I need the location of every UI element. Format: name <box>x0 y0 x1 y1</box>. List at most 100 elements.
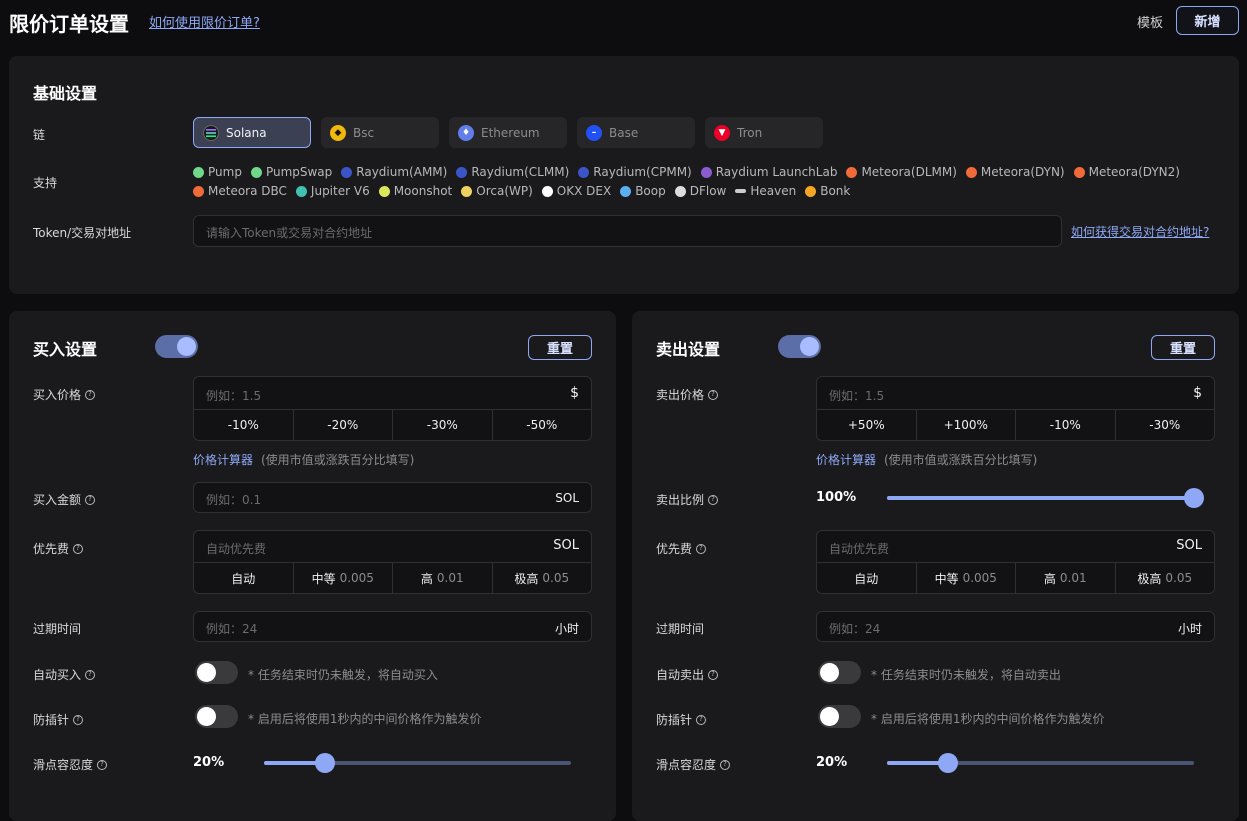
slider-thumb[interactable] <box>315 753 336 773</box>
chain-option-tron[interactable]: ▼ Tron <box>705 117 823 148</box>
buy-settings-title: 买入设置 <box>33 340 98 359</box>
help-icon[interactable]: ? <box>696 543 707 554</box>
support-label: 支持 <box>33 176 58 190</box>
buy-price-placeholder: 例如：1.5 <box>206 389 262 403</box>
okx-icon <box>541 185 553 197</box>
raydium-launchlab-icon <box>700 166 712 178</box>
bsc-icon: ◆ <box>330 124 346 141</box>
sell-slippage-slider[interactable] <box>887 753 1194 773</box>
sell-reset-button[interactable]: 重置 <box>1151 335 1215 360</box>
dex-item: Raydium LaunchLab <box>700 165 837 179</box>
sell-price-preset-button[interactable]: +100% <box>917 410 1016 440</box>
fee-option-extreme[interactable]: 极高 0.05 <box>493 563 592 593</box>
dollar-suffix: $ <box>570 385 579 401</box>
dex-list-row-2: Meteora DBC Jupiter V6 Moonshot Orca(WP)… <box>193 184 850 198</box>
sell-antipin-toggle[interactable] <box>818 705 861 728</box>
fee-option-medium[interactable]: 中等 0.005 <box>917 563 1016 593</box>
template-button[interactable]: 模板 <box>1137 12 1163 31</box>
auto-buy-toggle[interactable] <box>195 661 238 684</box>
new-button[interactable]: 新增 <box>1176 6 1239 35</box>
chain-option-label: Bsc <box>353 125 375 140</box>
buy-expire-input[interactable]: 例如：24 小时 <box>193 611 592 642</box>
chain-option-solana[interactable]: Solana <box>193 117 311 148</box>
sell-price-preset-button[interactable]: +50% <box>817 410 917 440</box>
solana-icon <box>203 124 219 141</box>
auto-sell-note: * 任务结束时仍未触发，将自动卖出 <box>871 668 1061 682</box>
help-icon[interactable]: ? <box>97 759 108 770</box>
buy-fee-input[interactable]: 自动优先费 SOL 自动 中等 0.005 高 0.01 极高 0.05 <box>193 530 592 594</box>
fee-option-medium[interactable]: 中等 0.005 <box>294 563 393 593</box>
orca-icon <box>461 185 473 197</box>
buy-price-preset-button[interactable]: -30% <box>393 410 493 440</box>
buy-fee-placeholder: 自动优先费 <box>206 542 267 556</box>
buy-price-input[interactable]: 例如：1.5 $ -10% -20% -30% -50% <box>193 376 592 441</box>
sell-price-calculator-link[interactable]: 价格计算器 <box>816 451 876 468</box>
sell-slippage-value: 20% <box>816 755 848 770</box>
buy-price-calculator-link[interactable]: 价格计算器 <box>193 451 253 468</box>
fee-option-extreme[interactable]: 极高 0.05 <box>1116 563 1215 593</box>
sell-price-preset-button[interactable]: -10% <box>1016 410 1116 440</box>
help-icon[interactable]: ? <box>73 714 84 725</box>
buy-slippage-value: 20% <box>193 755 225 770</box>
sell-ratio-slider[interactable] <box>887 488 1204 508</box>
limit-order-help-link[interactable]: 如何使用限价订单? <box>149 12 260 31</box>
buy-reset-button[interactable]: 重置 <box>528 335 592 360</box>
help-icon[interactable]: ? <box>73 543 84 554</box>
chain-option-bsc[interactable]: ◆ Bsc <box>321 117 439 148</box>
buy-slippage-slider[interactable] <box>264 753 571 773</box>
buy-price-preset-button[interactable]: -50% <box>493 410 592 440</box>
buy-amount-input[interactable]: 例如：0.1 SOL <box>193 482 592 513</box>
sell-expire-label: 过期时间 <box>656 622 705 636</box>
raydium-icon <box>456 166 468 178</box>
dex-item: Orca(WP) <box>461 184 533 198</box>
chain-option-label: Solana <box>226 125 267 140</box>
auto-sell-toggle[interactable] <box>818 661 861 684</box>
fee-option-auto[interactable]: 自动 <box>817 563 917 593</box>
chain-option-ethereum[interactable]: ♦ Ethereum <box>449 117 567 148</box>
dex-item: Moonshot <box>378 184 452 198</box>
basic-settings-card: 基础设置 链 Solana ◆ Bsc ♦ Ethereum – Base ▼ … <box>9 56 1239 294</box>
price-calculator-note: (使用市值或涨跌百分比填写) <box>884 453 1038 467</box>
buy-expire-label: 过期时间 <box>33 622 82 636</box>
help-icon[interactable]: ? <box>85 669 96 680</box>
heaven-icon <box>735 189 747 193</box>
help-icon[interactable]: ? <box>696 714 707 725</box>
help-icon[interactable]: ? <box>708 389 719 400</box>
buy-amount-label: 买入金额? <box>33 491 96 508</box>
buy-price-preset-button[interactable]: -10% <box>194 410 294 440</box>
price-calculator-note: (使用市值或涨跌百分比填写) <box>261 453 415 467</box>
fee-option-high[interactable]: 高 0.01 <box>393 563 493 593</box>
buy-antipin-toggle[interactable] <box>195 705 238 728</box>
raydium-icon <box>341 166 353 178</box>
dex-list-row-1: Pump PumpSwap Raydium(AMM) Raydium(CLMM)… <box>193 165 1180 179</box>
buy-amount-placeholder: 例如：0.1 <box>206 493 262 507</box>
pumpswap-icon <box>250 166 262 178</box>
help-icon[interactable]: ? <box>85 389 96 400</box>
dex-item: Raydium(AMM) <box>341 165 447 179</box>
chain-option-base[interactable]: – Base <box>577 117 695 148</box>
sell-expire-input[interactable]: 例如：24 小时 <box>816 611 1215 642</box>
buy-price-preset-button[interactable]: -20% <box>294 410 393 440</box>
buy-antipin-note: * 启用后将使用1秒内的中间价格作为触发价 <box>248 712 482 726</box>
help-icon[interactable]: ? <box>708 494 719 505</box>
dex-item: Meteora(DYN) <box>965 165 1065 179</box>
sell-price-input[interactable]: 例如：1.5 $ +50% +100% -10% -30% <box>816 376 1215 441</box>
meteora-icon <box>193 185 204 197</box>
pair-address-help-link[interactable]: 如何获得交易对合约地址? <box>1071 223 1209 240</box>
dex-item: DFlow <box>674 184 726 198</box>
sell-fee-input[interactable]: 自动优先费 SOL 自动 中等 0.005 高 0.01 极高 0.05 <box>816 530 1215 594</box>
token-address-label: Token/交易对地址 <box>33 226 132 240</box>
sell-price-preset-button[interactable]: -30% <box>1116 410 1215 440</box>
sell-settings-title: 卖出设置 <box>656 340 721 359</box>
dex-item: Jupiter V6 <box>295 184 370 198</box>
slider-thumb[interactable] <box>938 753 959 773</box>
help-icon[interactable]: ? <box>720 759 731 770</box>
help-icon[interactable]: ? <box>708 669 719 680</box>
fee-option-auto[interactable]: 自动 <box>194 563 294 593</box>
sell-enable-toggle[interactable] <box>778 335 821 358</box>
token-address-input[interactable]: 请输入Token或交易对合约地址 <box>193 215 1062 247</box>
fee-option-high[interactable]: 高 0.01 <box>1016 563 1116 593</box>
slider-thumb[interactable] <box>1184 488 1204 508</box>
buy-enable-toggle[interactable] <box>155 335 198 358</box>
help-icon[interactable]: ? <box>85 494 96 505</box>
